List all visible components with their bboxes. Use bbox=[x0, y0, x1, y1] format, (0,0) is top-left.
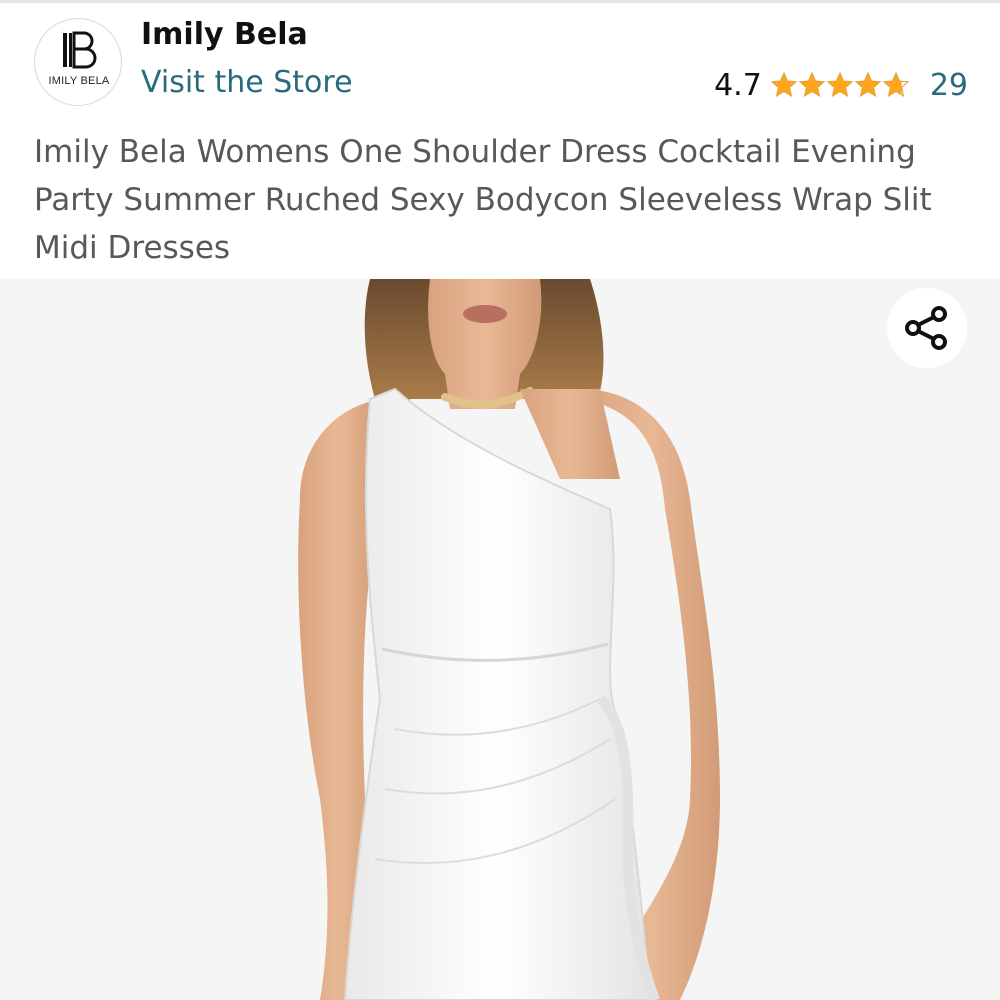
rating-value: 4.7 bbox=[714, 67, 762, 103]
visit-store-link[interactable]: Visit the Store bbox=[141, 65, 353, 100]
store-logo[interactable]: IMILY BELA bbox=[34, 18, 122, 106]
review-count-link[interactable]: 29 bbox=[930, 68, 968, 103]
product-title: Imily Bela Womens One Shoulder Dress Coc… bbox=[34, 134, 932, 266]
star-rating bbox=[770, 71, 910, 99]
rating-summary[interactable]: 4.7 29 bbox=[714, 65, 968, 105]
brand-name: Imily Bela bbox=[141, 17, 308, 52]
star-icon bbox=[826, 71, 854, 98]
star-icon bbox=[882, 71, 910, 98]
brand-monogram-icon bbox=[63, 31, 97, 69]
star-icon bbox=[770, 71, 798, 98]
store-header: IMILY BELA Imily Bela Visit the Store 4.… bbox=[0, 3, 1000, 121]
share-icon bbox=[905, 306, 947, 350]
star-icon bbox=[854, 71, 882, 98]
share-button[interactable] bbox=[887, 288, 967, 368]
star-icon bbox=[798, 71, 826, 98]
logo-text: IMILY BELA bbox=[48, 75, 110, 87]
dress-model-photo bbox=[298, 279, 720, 1000]
product-image[interactable] bbox=[0, 279, 1000, 1000]
